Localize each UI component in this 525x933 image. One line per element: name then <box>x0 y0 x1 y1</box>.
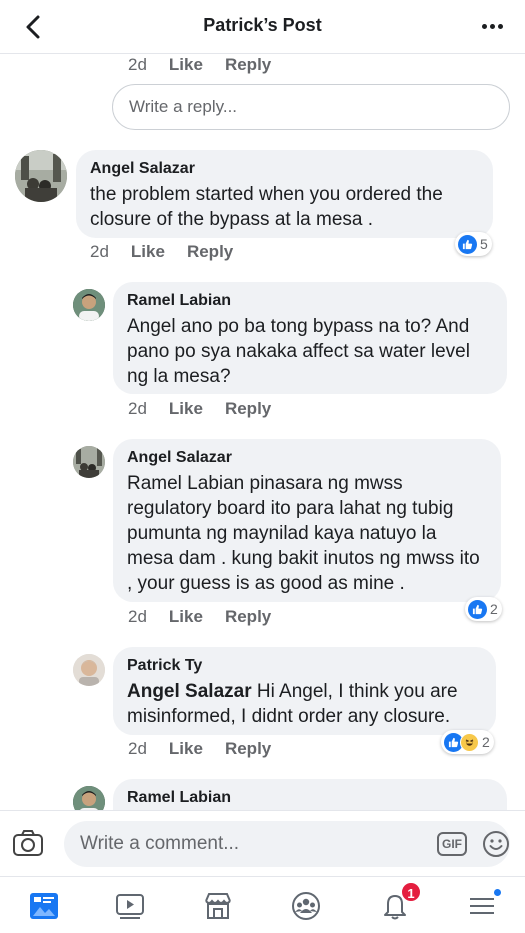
menu-update-dot <box>492 887 503 898</box>
tab-news-feed[interactable] <box>27 889 61 923</box>
comment-author[interactable]: Angel Salazar <box>127 449 487 467</box>
more-dot <box>497 23 503 29</box>
tab-marketplace[interactable] <box>201 889 235 923</box>
comment-composer: Write a comment... GIF <box>0 810 525 876</box>
page-title: Patrick’s Post <box>203 15 322 35</box>
like-reaction-icon <box>458 234 477 254</box>
comment-author[interactable]: Ramel Labian <box>127 292 493 310</box>
comment-author[interactable]: Angel Salazar <box>90 160 479 178</box>
reply-button[interactable]: Reply <box>187 242 233 262</box>
gif-button[interactable]: GIF <box>437 832 467 856</box>
comment-time: 2d <box>90 242 109 261</box>
like-button[interactable]: Like <box>169 739 203 759</box>
avatar[interactable] <box>73 289 105 321</box>
smiley-icon <box>483 831 509 857</box>
news-feed-icon <box>30 893 58 919</box>
avatar-photo-icon <box>73 654 105 686</box>
avatar-photo-icon <box>73 446 105 478</box>
emoji-button[interactable] <box>481 829 511 859</box>
avatar[interactable] <box>73 786 105 810</box>
reaction-count: 5 <box>480 236 488 252</box>
comment-actions: 2d Like Reply <box>128 607 293 627</box>
reply-button[interactable]: Reply <box>225 399 271 419</box>
watch-icon <box>116 894 144 919</box>
notification-badge: 1 <box>400 881 422 903</box>
reaction-summary[interactable]: 2 <box>441 730 494 754</box>
reply-button[interactable]: Reply <box>225 739 271 759</box>
comment-text: Ramel Labian pinasara ng mwss regulatory… <box>127 473 480 594</box>
top-nav-bar: Patrick’s Post <box>0 0 525 54</box>
comment-time: 2d <box>128 607 147 626</box>
tab-menu[interactable] <box>465 887 503 923</box>
comment-text: Angel ano po ba tong bypass na to? And p… <box>127 316 470 387</box>
avatar-photo-icon <box>15 150 67 202</box>
camera-button[interactable] <box>12 828 44 858</box>
comment-bubble: Ramel Labian Angel ano po ba tong bypass… <box>113 282 507 394</box>
avatar[interactable] <box>73 446 105 478</box>
comment-text: Angel Salazar Hi Angel, I think you are … <box>127 679 482 729</box>
comment-time: 2d <box>128 55 147 74</box>
like-button[interactable]: Like <box>169 399 203 419</box>
reaction-count: 2 <box>490 601 498 617</box>
like-button[interactable]: Like <box>169 607 203 627</box>
comment-bubble: Ramel Labian <box>113 779 507 810</box>
tab-groups[interactable] <box>289 889 323 923</box>
like-button[interactable]: Like <box>131 242 165 262</box>
more-options-button[interactable] <box>479 14 505 38</box>
like-button[interactable]: Like <box>169 55 203 75</box>
groups-icon <box>292 892 320 920</box>
comment-text: the problem started when you ordered the… <box>90 184 443 230</box>
reply-button[interactable]: Reply <box>225 55 271 75</box>
haha-reaction-icon <box>460 732 479 752</box>
tab-watch[interactable] <box>113 889 147 923</box>
comment-author[interactable]: Patrick Ty <box>127 657 482 675</box>
comment-time: 2d <box>128 399 147 418</box>
comment-time: 2d <box>128 739 147 758</box>
like-reaction-icon <box>468 599 487 619</box>
reaction-summary[interactable]: 5 <box>455 232 492 256</box>
comment-actions: 2d Like Reply <box>128 55 293 75</box>
avatar[interactable] <box>73 654 105 686</box>
marketplace-icon <box>205 893 231 919</box>
reply-input[interactable]: Write a reply... <box>112 84 510 130</box>
mention-tag[interactable]: Angel Salazar <box>127 681 252 702</box>
more-dots-icon <box>481 23 487 29</box>
reaction-summary[interactable]: 2 <box>465 597 502 621</box>
comment-author[interactable]: Ramel Labian <box>127 789 493 807</box>
camera-icon <box>13 830 43 856</box>
comment-actions: 2d Like Reply <box>90 242 255 262</box>
reaction-count: 2 <box>482 734 490 750</box>
comment-bubble: Angel Salazar Ramel Labian pinasara ng m… <box>113 439 501 602</box>
avatar-photo-icon <box>73 786 105 810</box>
comment-bubble: Patrick Ty Angel Salazar Hi Angel, I thi… <box>113 647 496 735</box>
reply-button[interactable]: Reply <box>225 607 271 627</box>
comment-thread: 2d Like Reply Write a reply... Angel Sal… <box>0 54 525 810</box>
avatar[interactable] <box>15 150 67 202</box>
comment-actions: 2d Like Reply <box>128 399 293 419</box>
tab-notifications[interactable]: 1 <box>378 881 422 923</box>
bottom-tab-bar: 1 <box>0 876 525 933</box>
comment-actions: 2d Like Reply <box>128 739 293 759</box>
comment-bubble: Angel Salazar the problem started when y… <box>76 150 493 238</box>
avatar-photo-icon <box>73 289 105 321</box>
more-dot <box>489 23 495 29</box>
